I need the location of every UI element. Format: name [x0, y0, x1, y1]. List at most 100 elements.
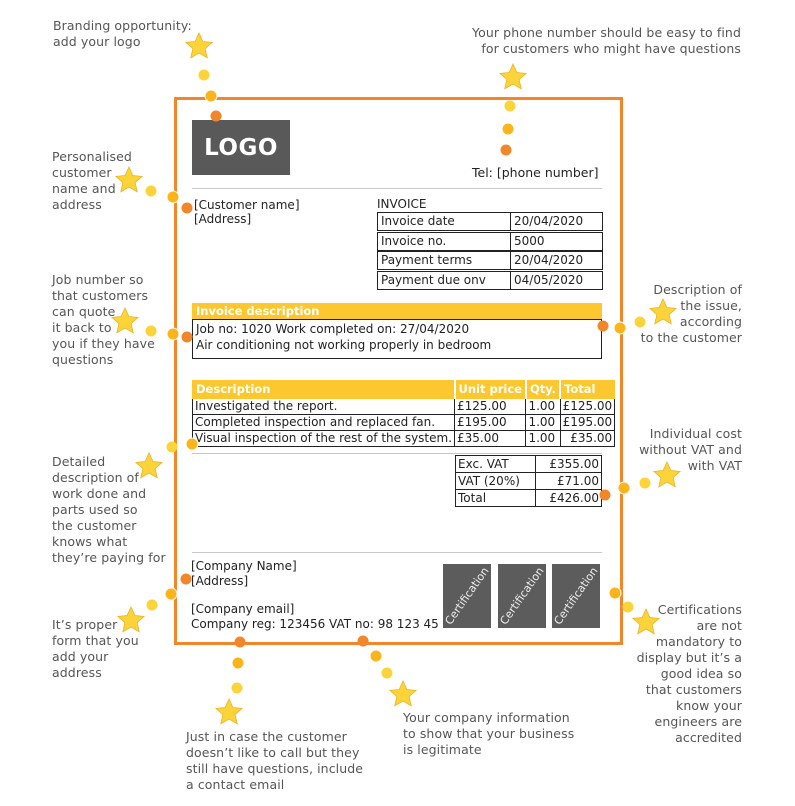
items-table: Description Unit price Qty. Total Invest…: [191, 380, 616, 447]
connector-dot: [185, 437, 199, 451]
connector-dot: [181, 202, 193, 214]
company-email: [Company email]: [191, 602, 295, 616]
detail-value: 5000: [514, 234, 545, 248]
connector-dot: [146, 599, 158, 611]
connector-dot: [180, 573, 192, 585]
item-unit-price: £35.00: [454, 430, 527, 447]
totals-row: Exc. VAT £355.00: [454, 455, 602, 473]
connector-dot: [634, 316, 646, 328]
payment-due-row: Payment due onv 04/05/2020: [377, 271, 603, 290]
certification-label: Certification: [498, 564, 546, 628]
phone-number: Tel: [phone number]: [472, 165, 599, 180]
header-description: Description: [191, 380, 456, 399]
star-icon: [214, 697, 244, 727]
connector-dot: [501, 122, 515, 136]
connector-dot: [613, 321, 627, 335]
connector-dot: [166, 441, 178, 453]
item-qty: 1.00: [525, 398, 561, 415]
description-line: Job no: 1020 Work completed on: 27/04/20…: [196, 322, 470, 336]
invoice-description-header: Invoice description: [192, 303, 602, 319]
connector-dot: [145, 185, 157, 197]
star-icon: [498, 62, 528, 92]
connector-dot: [210, 110, 222, 122]
detail-value: 20/04/2020: [514, 214, 584, 228]
item-total: £195.00: [559, 414, 616, 431]
item-description: Completed inspection and replaced fan.: [191, 414, 456, 431]
connector-dot: [234, 636, 246, 648]
totals-row: VAT (20%) £71.00: [454, 472, 602, 490]
totals-label: VAT (20%): [454, 472, 537, 490]
connector-dot: [145, 325, 157, 337]
footer-divider: [192, 552, 602, 553]
table-row: Investigated the report. £125.00 1.00 £1…: [191, 398, 616, 415]
totals-label: Exc. VAT: [454, 455, 537, 473]
connector-dot: [617, 481, 631, 495]
connector-dot: [231, 682, 243, 694]
star-icon: [116, 605, 146, 635]
items-divider: [192, 453, 602, 454]
connector-dot: [381, 667, 393, 679]
totals-table: Exc. VAT £355.00 VAT (20%) £71.00 Total £42…: [454, 455, 602, 507]
annotation-phone: Your phone number should be easy to find…: [472, 25, 741, 56]
company-address: [Address]: [191, 574, 249, 588]
items-header-row: Description Unit price Qty. Total: [191, 380, 616, 399]
logo-placeholder: LOGO: [192, 120, 290, 175]
certification-label: Certification: [443, 564, 491, 628]
connector-dot: [500, 144, 512, 156]
invoice-title: INVOICE: [377, 197, 427, 211]
certification-badge: Certification: [443, 564, 491, 628]
star-icon: [648, 297, 678, 327]
connector-dot: [608, 586, 622, 600]
company-block: [Company Name] [Address] [Company email]…: [191, 559, 439, 632]
totals-value: £71.00: [535, 472, 602, 490]
certification-badge: Certification: [498, 564, 546, 628]
connector-dot: [198, 69, 210, 81]
star-icon: [652, 460, 682, 490]
star-icon: [110, 306, 140, 336]
invoice-date-row: Invoice date 20/04/2020: [377, 212, 603, 231]
item-description: Visual inspection of the rest of the sys…: [191, 430, 456, 447]
annotation-company: Your company information to show that yo…: [403, 710, 575, 757]
header-divider: [192, 188, 602, 189]
detail-value: 04/05/2020: [514, 273, 584, 287]
certification-badge: Certification: [552, 564, 600, 628]
totals-value: £426.00: [535, 489, 602, 507]
detail-label: Payment due onv: [378, 272, 511, 289]
header-unit-price: Unit price: [453, 380, 527, 399]
customer-name: [Customer name]: [194, 198, 300, 212]
company-name: [Company Name]: [191, 559, 297, 573]
star-icon: [114, 165, 144, 195]
connector-dot: [622, 601, 634, 613]
payment-terms-row: Payment terms 20/04/2020: [377, 251, 603, 270]
star-icon: [388, 679, 418, 709]
table-row: Completed inspection and replaced fan. £…: [191, 414, 616, 431]
connector-dot: [204, 89, 218, 103]
header-qty: Qty.: [524, 380, 561, 399]
item-qty: 1.00: [525, 430, 561, 447]
connector-dot: [504, 100, 516, 112]
detail-value: 20/04/2020: [514, 253, 584, 267]
header-total: Total: [559, 380, 616, 399]
item-unit-price: £125.00: [454, 398, 527, 415]
connector-dot: [181, 331, 193, 343]
description-line: Air conditioning not working properly in…: [196, 338, 492, 352]
totals-row: Total £426.00: [454, 489, 602, 507]
invoice-no-row: Invoice no. 5000: [377, 232, 603, 251]
connector-dot: [639, 477, 651, 489]
certification-label: Certification: [552, 564, 600, 628]
invoice-description-box: Job no: 1020 Work completed on: 27/04/20…: [192, 319, 602, 359]
connector-dot: [597, 320, 609, 332]
connector-dot: [357, 635, 369, 647]
connector-dot: [166, 327, 180, 341]
star-icon: [184, 31, 214, 61]
star-icon: [134, 451, 164, 481]
connector-dot: [164, 587, 178, 601]
item-description: Investigated the report.: [191, 398, 456, 415]
annotation-branding: Branding opportunity: add your logo: [53, 18, 192, 49]
detail-label: Payment terms: [378, 252, 511, 269]
totals-value: £355.00: [535, 455, 602, 473]
annotation-email: Just in case the customer doesn’t like t…: [186, 729, 364, 792]
connector-dot: [369, 649, 383, 663]
detail-label: Invoice date: [378, 213, 511, 230]
detail-label: Invoice no.: [378, 233, 511, 250]
